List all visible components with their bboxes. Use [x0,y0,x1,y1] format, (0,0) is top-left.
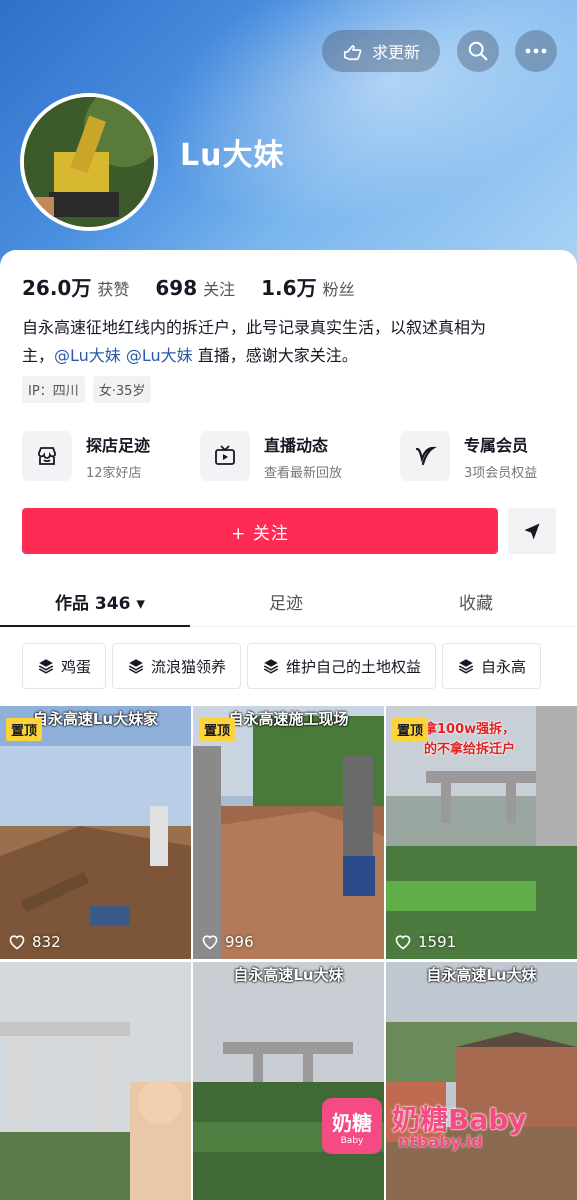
video-thumbnail [193,706,384,959]
stat-likes-number: 26.0万 [22,276,92,300]
tab-indicator [0,625,190,627]
collection-chip[interactable]: 维护自己的土地权益 [247,643,437,689]
tab-footprints[interactable]: 足迹 [269,589,303,614]
profile-tags: IP：四川 女·35岁 [22,376,152,403]
feature-store-visits[interactable]: 探店足迹 12家好店 [22,428,150,484]
collection-label: 维护自己的土地权益 [286,657,422,676]
video-tile[interactable]: 自永高速Lu大妹 [386,962,577,1200]
more-button[interactable] [515,30,557,72]
video-thumbnail [0,962,191,1200]
watermark-logo-top: 奶糖 [332,1110,372,1135]
like-count-value: 996 [225,933,254,951]
video-caption: 自永高速Lu大妹 [426,966,537,984]
bio-line-2-prefix: 主， [22,346,55,365]
collection-label: 鸡蛋 [61,657,92,676]
video-tile[interactable]: 自永高速Lu大妹 [193,962,384,1200]
layers-icon [263,659,279,674]
feature-subtitle: 查看最新回放 [264,465,343,481]
bio-line-1: 自永高速征地红线内的拆迁户，此号记录真实生活，以叙述真相为 [22,318,487,337]
collection-chip[interactable]: 自永高 [442,643,542,689]
stats-row: 26.0万 获赞 698 关注 1.6万 粉丝 [22,272,355,301]
video-thumbnail [193,962,384,1200]
feature-membership[interactable]: 专属会员 3项会员权益 [400,428,537,484]
bio: 自永高速征地红线内的拆迁户，此号记录真实生活，以叙述真相为 主，@Lu大妹 @L… [22,314,557,370]
ip-tag: IP：四川 [22,376,85,403]
request-update-button[interactable]: 求更新 [322,30,440,72]
watermark-url: ntbaby.id [398,1132,483,1151]
share-button[interactable] [508,508,556,554]
send-icon [524,523,540,540]
stat-likes-label: 获赞 [97,280,130,299]
hand-point-icon [343,45,362,61]
more-icon [525,48,547,54]
stat-following-number: 698 [155,276,198,300]
layers-icon [128,659,144,674]
heart-icon [395,935,411,950]
stat-followers[interactable]: 1.6万 粉丝 [261,272,354,301]
search-icon [468,41,488,61]
search-button[interactable] [457,30,499,72]
tab-works[interactable]: 作品 346 ▾ [55,589,145,614]
stat-following[interactable]: 698 关注 [155,276,235,300]
gender-age-tag: 女·35岁 [92,376,152,403]
bio-line-2-suffix: 直播，感谢大家关注。 [192,346,358,365]
collections-row: 鸡蛋 流浪猫领养 维护自己的土地权益 自永高 [22,643,547,691]
layers-icon [38,659,54,674]
feature-row: 探店足迹 12家好店 直播动态查看最新回放 专属会员 3项会员权益 [22,428,562,484]
pinned-badge: 置顶 [392,718,429,741]
feature-title: 探店足迹 [86,435,151,455]
nickname: Lu大妹 [180,138,285,173]
video-thumbnail [386,962,577,1200]
feature-subtitle: 3项会员权益 [464,465,538,481]
feature-title: 直播动态 [264,435,329,455]
like-count-value: 1591 [418,933,457,951]
like-count: 1591 [394,933,456,951]
pinned-badge: 置顶 [199,718,236,741]
heart-icon [202,935,218,950]
tab-favorites[interactable]: 收藏 [459,589,493,614]
mention-link[interactable]: @Lu大妹 [54,346,121,365]
watermark-logo-bottom: Baby [340,1135,364,1146]
v-icon [400,431,450,481]
video-caption: 自永高速Lu大妹 [233,966,344,984]
collection-label: 自永高 [481,657,527,676]
video-thumbnail [0,706,191,959]
collection-label: 流浪猫领养 [151,657,227,676]
follow-button[interactable]: + 关注 [22,508,498,554]
feature-subtitle: 12家好店 [86,465,142,481]
stat-following-label: 关注 [203,280,236,299]
content-tabs: 作品 346 ▾ 足迹 收藏 [0,575,577,627]
like-count: 832 [8,933,61,951]
request-update-label: 求更新 [371,43,420,62]
video-overlay-text: 的不拿给拆迁户 [424,742,516,757]
pinned-badge: 置顶 [6,718,43,741]
layers-icon [458,659,474,674]
stat-likes[interactable]: 26.0万 获赞 [22,272,129,301]
like-count-value: 832 [32,933,61,951]
feature-live-updates[interactable]: 直播动态查看最新回放 [200,428,342,484]
video-overlay-text: 拿100w强拆， [424,722,516,737]
watermark-logo: 奶糖 Baby [322,1098,382,1154]
tv-icon [200,431,250,481]
video-tile[interactable]: 自永高速施工现场 置顶 996 [193,706,384,959]
heart-icon [9,935,25,950]
video-tile[interactable]: 自永高速Lu大妹家 置顶 832 [0,706,191,959]
video-tile[interactable] [0,962,191,1200]
video-tile[interactable]: 拿100w强拆， 的不拿给拆迁户 置顶 1591 [386,706,577,959]
avatar[interactable] [20,93,158,231]
stat-followers-number: 1.6万 [261,276,317,300]
stat-followers-label: 粉丝 [322,280,355,299]
collection-chip[interactable]: 流浪猫领养 [112,643,242,689]
feature-title: 专属会员 [464,435,529,455]
collection-chip[interactable]: 鸡蛋 [22,643,107,689]
like-count: 996 [201,933,254,951]
mention-link[interactable]: @Lu大妹 [126,346,193,365]
store-icon [22,431,72,481]
bio-line-2: 主，@Lu大妹 @Lu大妹 直播，感谢大家关注。 [22,342,557,370]
